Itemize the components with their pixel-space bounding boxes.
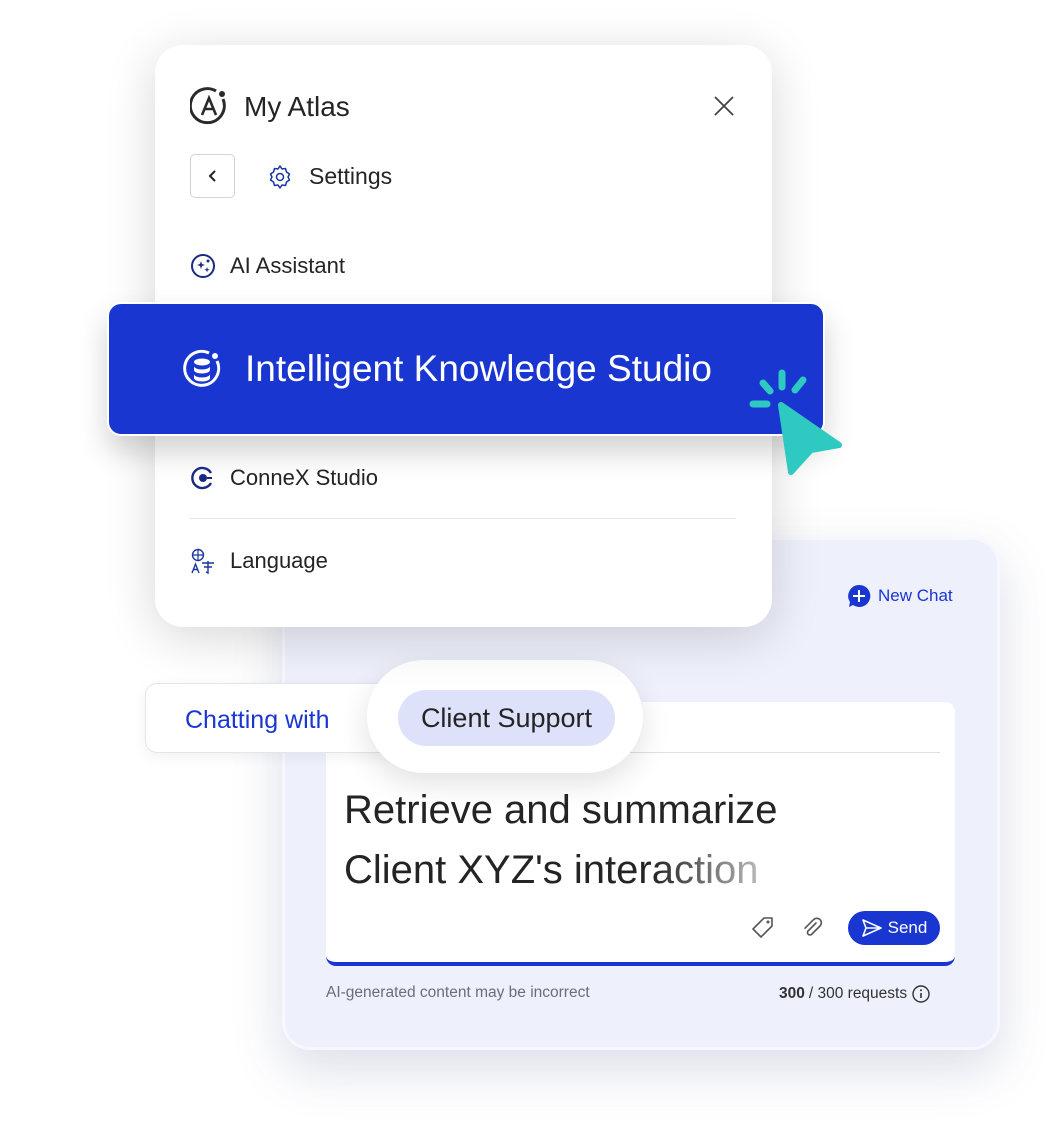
prompt-line-2-fade: action <box>651 848 759 892</box>
tag-icon[interactable] <box>750 915 776 941</box>
sparkle-circle-icon <box>191 254 215 278</box>
chevron-left-icon <box>208 170 216 182</box>
menu-item-language[interactable]: Language <box>190 548 328 574</box>
cursor-click-icon <box>749 369 842 475</box>
info-icon[interactable] <box>911 984 931 1004</box>
requests-total: / 300 requests <box>808 985 908 1002</box>
request-counter: 300 / 300 requests <box>779 984 931 1004</box>
menu-item-ai-assistant[interactable]: AI Assistant <box>190 253 345 279</box>
database-icon <box>183 349 221 387</box>
menu-item-label: Language <box>230 548 328 573</box>
new-chat-label: New Chat <box>878 586 953 605</box>
menu-title: My Atlas <box>244 91 350 122</box>
attach-icon[interactable] <box>799 915 825 941</box>
settings-label: Settings <box>309 163 393 189</box>
send-label: Send <box>887 918 928 937</box>
connex-icon <box>191 466 213 490</box>
prompt-text: Retrieve and summarize Client XYZ's inte… <box>344 780 778 900</box>
send-icon <box>861 919 882 937</box>
back-button[interactable] <box>190 154 235 198</box>
settings-heading: Settings <box>267 163 392 190</box>
atlas-logo-icon <box>190 87 226 125</box>
prompt-line-1: Retrieve and summarize <box>344 788 778 832</box>
menu-item-connex-studio[interactable]: ConneX Studio <box>190 465 378 491</box>
close-icon[interactable] <box>713 95 735 117</box>
menu-item-label: Intelligent Knowledge Studio <box>245 348 712 389</box>
menu-header: My Atlas <box>190 87 350 127</box>
menu-item-label: AI Assistant <box>230 253 345 278</box>
prompt-line-2: Client XYZ's interaction <box>344 840 778 900</box>
send-button[interactable]: Send <box>848 911 940 945</box>
gear-icon <box>269 164 291 189</box>
agent-chip[interactable]: Client Support <box>398 690 615 746</box>
prompt-line-2-text: Client XYZ's inter <box>344 848 652 892</box>
menu-item-label: ConneX Studio <box>230 465 378 490</box>
divider <box>190 518 736 519</box>
disclaimer: AI-generated content may be incorrect <box>326 984 590 1001</box>
menu-item-intelligent-knowledge-studio[interactable]: Intelligent Knowledge Studio <box>107 302 825 436</box>
translate-icon <box>191 548 214 574</box>
new-chat-icon <box>848 584 871 607</box>
agent-name: Client Support <box>420 702 593 733</box>
new-chat-button[interactable]: New Chat <box>847 584 953 608</box>
requests-used: 300 <box>779 985 805 1002</box>
